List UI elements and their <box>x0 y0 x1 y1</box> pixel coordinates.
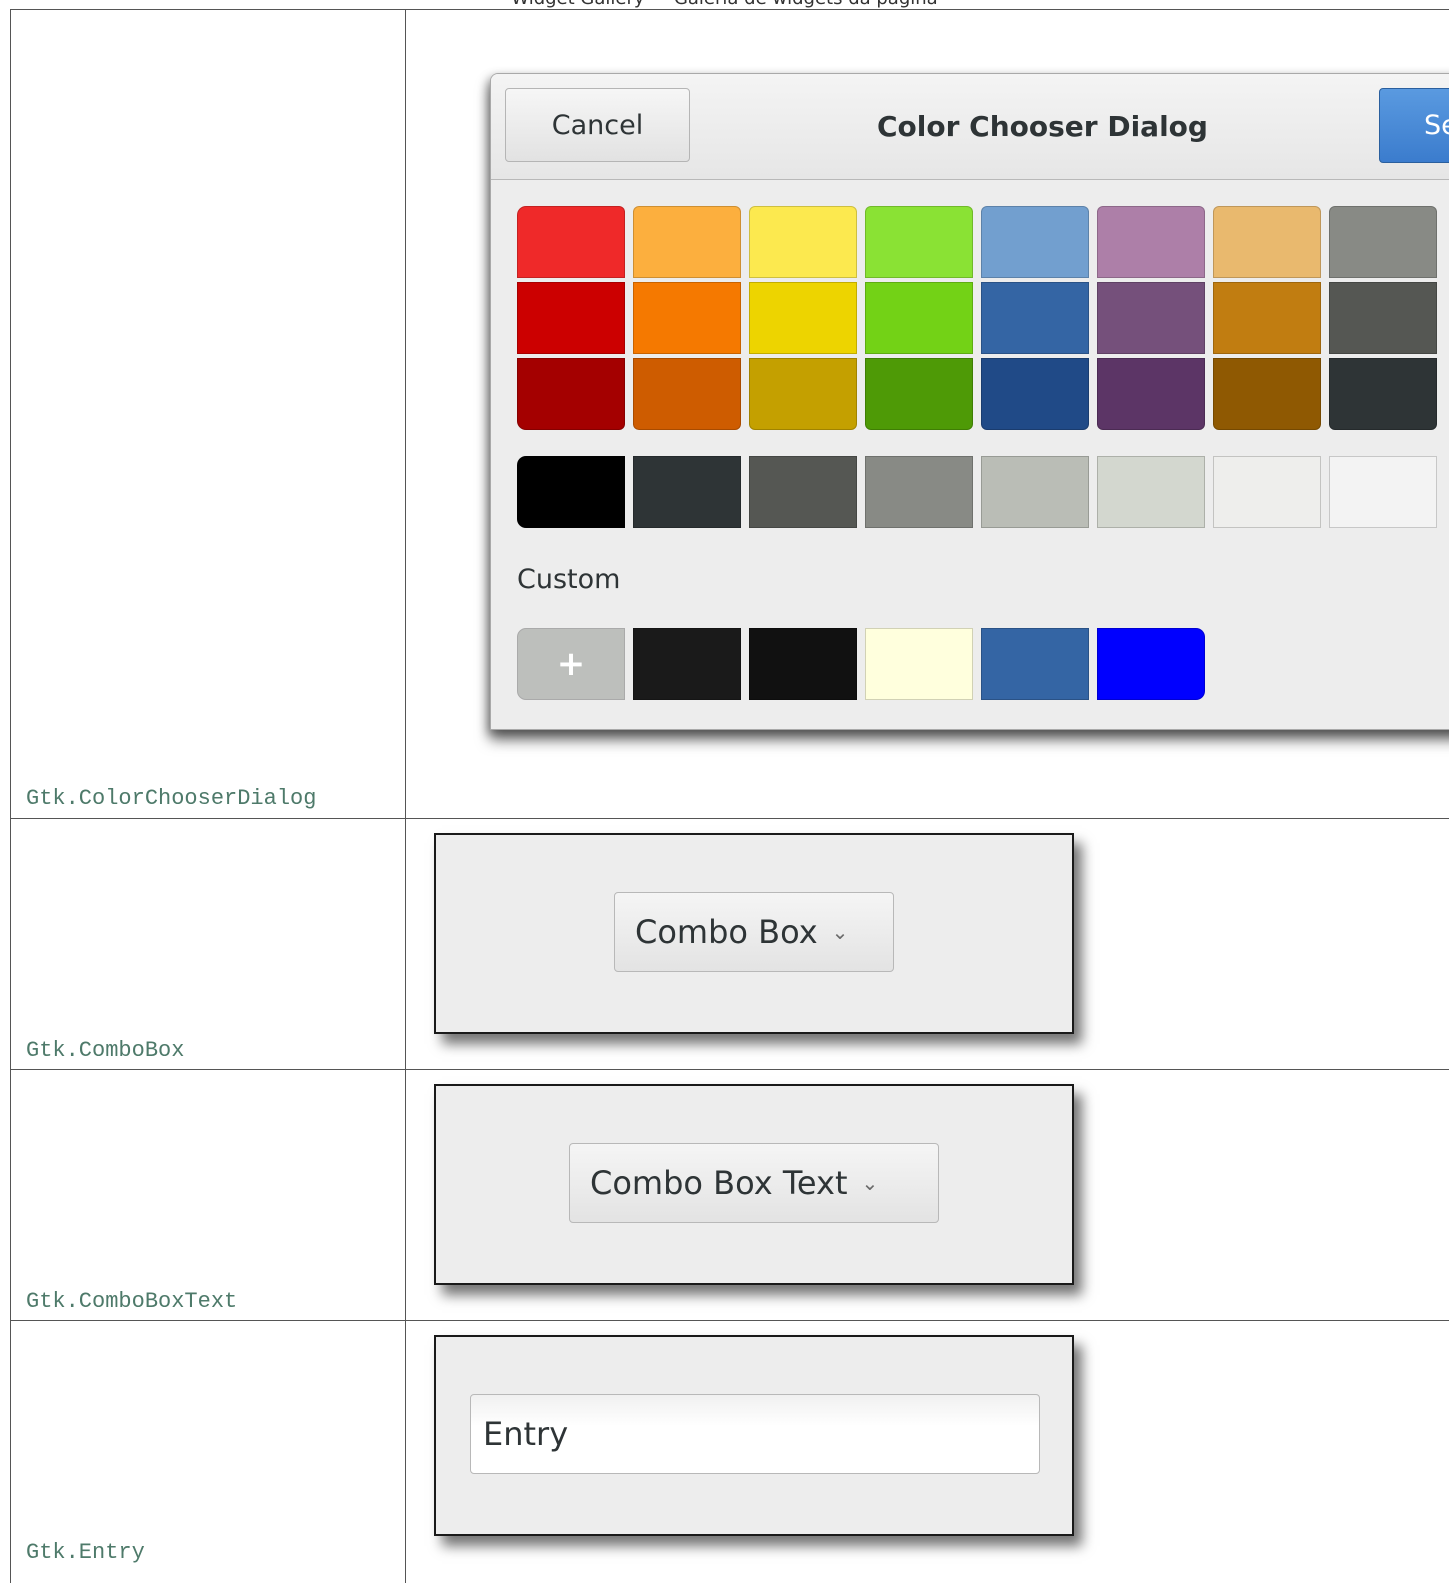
color-swatch[interactable] <box>1213 206 1321 278</box>
gray-swatch[interactable] <box>1329 456 1437 528</box>
color-swatch[interactable] <box>1329 282 1437 354</box>
chevron-down-icon: ⌄ <box>861 1171 879 1195</box>
color-swatch[interactable] <box>1097 282 1205 354</box>
page-caption: Widget Gallery — Galeria de widgets da p… <box>0 0 1449 9</box>
table-column-divider <box>405 9 406 1583</box>
table-row-divider <box>10 1069 1449 1070</box>
color-swatch[interactable] <box>1329 206 1437 278</box>
add-custom-color-button[interactable]: + <box>517 628 625 700</box>
color-swatch[interactable] <box>981 282 1089 354</box>
color-swatch[interactable] <box>517 282 625 354</box>
chevron-down-icon: ⌄ <box>831 920 849 944</box>
gray-swatch[interactable] <box>1097 456 1205 528</box>
table-border-left <box>10 9 11 1583</box>
custom-color-swatch[interactable] <box>1097 628 1205 700</box>
entry-window: Entry <box>434 1335 1074 1536</box>
color-swatch[interactable] <box>1213 282 1321 354</box>
color-swatch[interactable] <box>981 206 1089 278</box>
combobox-window: Combo Box ⌄ <box>434 833 1074 1034</box>
row-label-combobox: Gtk.ComboBox <box>26 1038 185 1063</box>
color-swatch[interactable] <box>749 206 857 278</box>
combo-box[interactable]: Combo Box ⌄ <box>614 892 894 972</box>
color-swatch[interactable] <box>517 206 625 278</box>
table-border-top <box>10 9 1449 10</box>
dialog-title: Color Chooser Dialog <box>877 110 1208 143</box>
table-row-divider <box>10 1320 1449 1321</box>
color-swatch[interactable] <box>981 358 1089 430</box>
color-swatch[interactable] <box>633 206 741 278</box>
custom-label: Custom <box>517 564 621 595</box>
gray-swatch[interactable] <box>1213 456 1321 528</box>
entry-field[interactable]: Entry <box>470 1394 1040 1474</box>
custom-color-swatch[interactable] <box>865 628 973 700</box>
select-button[interactable]: Select <box>1379 88 1449 163</box>
gray-swatch[interactable] <box>865 456 973 528</box>
color-swatch[interactable] <box>517 358 625 430</box>
custom-color-swatch[interactable] <box>981 628 1089 700</box>
dialog-header-bar: Cancel Color Chooser Dialog Select <box>491 74 1449 180</box>
gray-swatch[interactable] <box>517 456 625 528</box>
gray-swatch[interactable] <box>749 456 857 528</box>
gray-swatch[interactable] <box>633 456 741 528</box>
color-swatch[interactable] <box>865 358 973 430</box>
color-swatch[interactable] <box>633 358 741 430</box>
color-swatch[interactable] <box>749 358 857 430</box>
color-swatch[interactable] <box>1329 358 1437 430</box>
custom-color-swatch[interactable] <box>633 628 741 700</box>
color-swatch[interactable] <box>633 282 741 354</box>
gray-swatch[interactable] <box>981 456 1089 528</box>
row-label-comboboxtext: Gtk.ComboBoxText <box>26 1289 238 1314</box>
color-swatch[interactable] <box>1097 358 1205 430</box>
table-row-divider <box>10 818 1449 819</box>
cancel-button[interactable]: Cancel <box>505 88 690 162</box>
color-swatch[interactable] <box>749 282 857 354</box>
color-swatch[interactable] <box>865 282 973 354</box>
combo-box-text-label: Combo Box Text <box>590 1164 848 1202</box>
custom-color-swatch[interactable] <box>749 628 857 700</box>
color-chooser-dialog: Cancel Color Chooser Dialog Select Custo… <box>490 73 1449 730</box>
color-swatch[interactable] <box>865 206 973 278</box>
row-label-colorchooserdialog: Gtk.ColorChooserDialog <box>26 786 317 811</box>
combo-box-text[interactable]: Combo Box Text ⌄ <box>569 1143 939 1223</box>
color-swatch[interactable] <box>1213 358 1321 430</box>
comboboxtext-window: Combo Box Text ⌄ <box>434 1084 1074 1285</box>
color-swatch[interactable] <box>1097 206 1205 278</box>
combo-box-label: Combo Box <box>635 913 818 951</box>
row-label-entry: Gtk.Entry <box>26 1540 145 1565</box>
